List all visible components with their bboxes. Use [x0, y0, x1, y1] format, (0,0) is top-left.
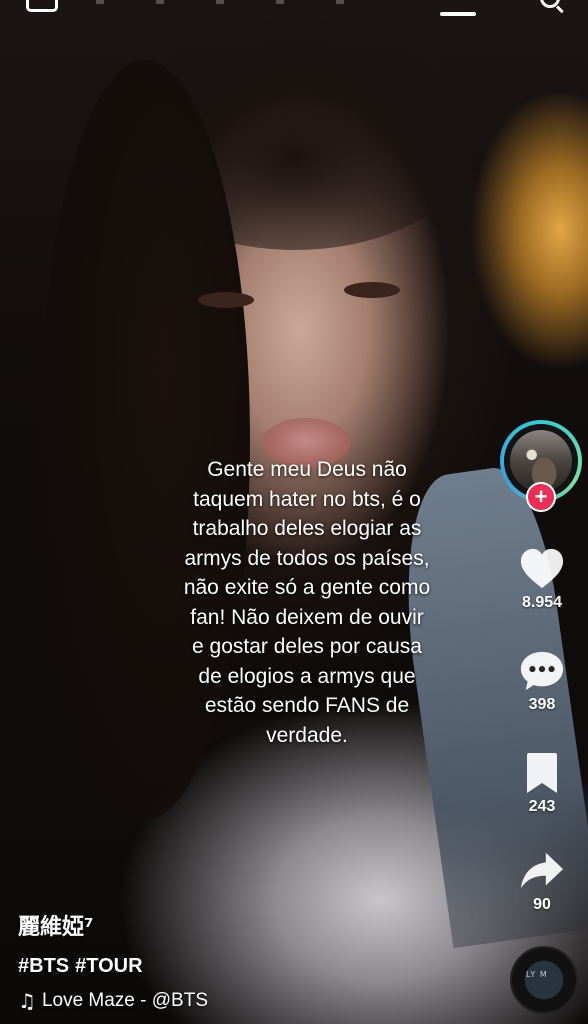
- hashtag-link[interactable]: #BTS: [18, 955, 69, 977]
- follow-button[interactable]: +: [526, 482, 556, 512]
- comment-count: 398: [528, 696, 556, 713]
- video-eye-left: [198, 292, 254, 308]
- video-eye-right: [344, 282, 400, 298]
- caption-line: de elogios a armys que: [198, 664, 416, 688]
- share-count: 90: [533, 896, 551, 913]
- hashtag-link[interactable]: #TOUR: [75, 955, 142, 977]
- username[interactable]: 麗維婭⁷: [18, 912, 478, 944]
- top-bar: [0, 0, 588, 20]
- creator-avatar[interactable]: +: [500, 420, 582, 512]
- disc-label: LY M: [526, 970, 548, 979]
- music-title: Love Maze - @BTS: [41, 990, 209, 1011]
- music-note-icon: ♫: [18, 989, 36, 1013]
- heart-icon: [520, 548, 564, 589]
- share-icon: [520, 852, 564, 889]
- video-caption: Gente meu Deus não taquem hater no bts, …: [138, 455, 476, 750]
- caption-line: estão sendo FANS de: [204, 694, 410, 717]
- bookmark-button[interactable]: 243: [500, 750, 584, 816]
- comment-button[interactable]: 398: [500, 648, 584, 714]
- bookmark-count: 243: [528, 798, 556, 815]
- caption-line: e gostar deles por causa: [192, 635, 422, 658]
- share-button[interactable]: 90: [500, 848, 584, 914]
- back-icon[interactable]: [26, 0, 58, 12]
- video-info: 麗維婭⁷ #BTS #TOUR ♫ Love Maze - @BTS: [18, 912, 478, 1018]
- live-indicator-icon[interactable]: [440, 12, 476, 16]
- caption-line: trabalho deles elogiar as: [192, 517, 422, 540]
- like-count: 8.954: [521, 594, 563, 611]
- caption-line: fan! Não deixem de ouvir: [190, 605, 424, 629]
- search-icon[interactable]: [540, 0, 560, 8]
- caption-line: verdade.: [266, 723, 348, 747]
- caption-line: não exite só a gente como: [183, 576, 431, 599]
- caption-line: armys de todos os países,: [184, 546, 430, 570]
- music-track[interactable]: ♫ Love Maze - @BTS: [18, 984, 478, 1018]
- music-disc-icon[interactable]: LY M: [510, 946, 578, 1014]
- caption-line: Gente meu Deus não: [207, 458, 407, 481]
- caption-line: taquem hater no bts, é o: [193, 487, 421, 511]
- bookmark-icon: [527, 753, 557, 793]
- like-button[interactable]: 8.954: [500, 546, 584, 612]
- hashtags: #BTS #TOUR: [18, 948, 478, 984]
- top-tabs-faded: [96, 0, 396, 4]
- comment-icon: [520, 651, 564, 691]
